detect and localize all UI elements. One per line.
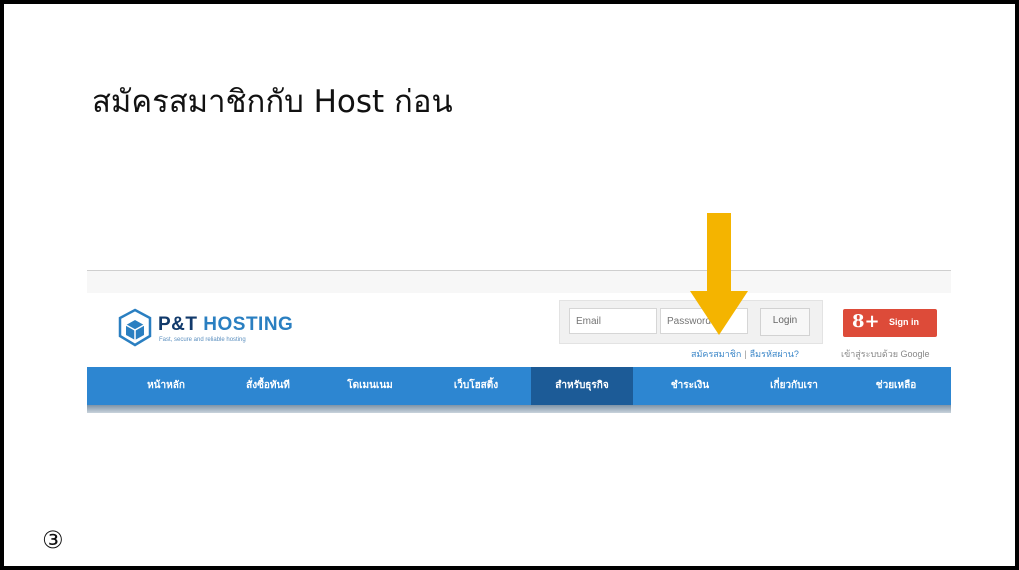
slide: สมัครสมาชิกกับ Host ก่อน P&T HOSTING Fas… (0, 0, 1019, 570)
nav-item-business[interactable]: สำหรับธุรกิจ (531, 367, 633, 405)
banner-strip (87, 405, 951, 413)
top-strip (87, 271, 951, 293)
logo-name-suffix: HOSTING (203, 314, 294, 335)
pointer-arrow-icon (690, 213, 748, 335)
step-number: ③ (42, 526, 64, 554)
login-button[interactable]: Login (760, 308, 810, 336)
slide-title: สมัครสมาชิกกับ Host ก่อน (92, 84, 453, 120)
logo-tagline: Fast, secure and reliable hosting (159, 337, 246, 343)
logo-name-prefix: P&T (158, 314, 198, 335)
email-field[interactable] (569, 308, 657, 334)
link-separator: | (744, 349, 747, 359)
site-logo[interactable]: P&T HOSTING Fast, secure and reliable ho… (118, 308, 378, 348)
nav-item-order[interactable]: สั่งซื้อทันที (217, 367, 319, 405)
nav-item-help[interactable]: ช่วยเหลือ (845, 367, 947, 405)
nav-item-home[interactable]: หน้าหลัก (115, 367, 217, 405)
forgot-password-link[interactable]: ลืมรหัสผ่าน? (750, 349, 799, 359)
google-signin-label: Sign in (889, 317, 919, 327)
account-links: สมัครสมาชิก | ลืมรหัสผ่าน? (691, 347, 799, 361)
register-link[interactable]: สมัครสมาชิก (691, 349, 741, 359)
nav-item-about[interactable]: เกี่ยวกับเรา (743, 367, 845, 405)
nav-item-hosting[interactable]: เว็บโฮสติ้ง (425, 367, 527, 405)
google-signin-caption: เข้าสู่ระบบด้วย Google (841, 349, 930, 359)
google-plus-icon: 8+ (852, 311, 880, 332)
google-signin-button[interactable]: 8+ Sign in (843, 309, 937, 337)
nav-item-domain[interactable]: โดเมนเนม (319, 367, 421, 405)
logo-name: P&T HOSTING (158, 314, 293, 336)
cube-logo-icon (118, 308, 152, 347)
main-nav: หน้าหลัก สั่งซื้อทันที โดเมนเนม เว็บโฮสต… (87, 367, 951, 405)
website-screenshot: P&T HOSTING Fast, secure and reliable ho… (87, 270, 951, 416)
nav-item-payment[interactable]: ชำระเงิน (639, 367, 741, 405)
